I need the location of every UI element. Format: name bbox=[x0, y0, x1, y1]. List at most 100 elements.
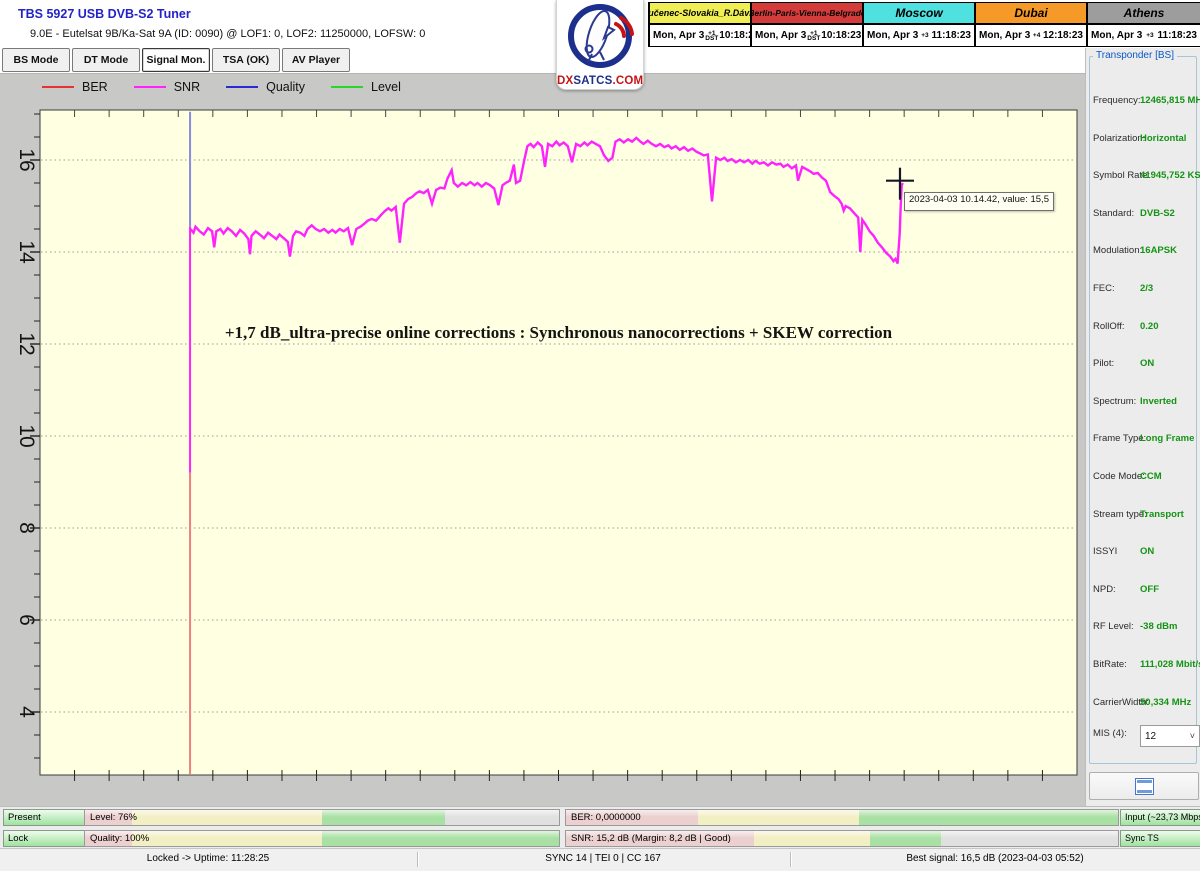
tbs-tuner-window: { "window": { "title": "TBS 5927 USB DVB… bbox=[0, 0, 1200, 870]
clock-tz: +1DST bbox=[807, 31, 820, 41]
clock-tz: +3 bbox=[921, 33, 928, 38]
clock-date: Mon, Apr 3 bbox=[755, 30, 806, 41]
field-label: Frame Type: bbox=[1093, 433, 1146, 444]
progress-bar: SNR: 15,2 dB (Margin: 8,2 dB | Good) bbox=[565, 830, 1119, 847]
field-value: -38 dBm bbox=[1140, 621, 1177, 632]
clock-time: Mon, Apr 3+412:18:23 bbox=[976, 25, 1086, 46]
field-value: Long Frame bbox=[1140, 433, 1194, 444]
clock-hms: 12:18:23 bbox=[1043, 30, 1083, 41]
clock-time: Mon, Apr 3 +3 11:18:23 bbox=[1088, 25, 1200, 46]
statusbar-divider bbox=[417, 852, 418, 867]
chevron-down-icon: ˅ bbox=[1190, 731, 1195, 741]
transponder-groupbox bbox=[1089, 56, 1197, 764]
clock-city: Athens bbox=[1088, 3, 1200, 25]
clock-tz: +4 bbox=[1033, 33, 1040, 38]
field-label: Pilot: bbox=[1093, 358, 1114, 369]
field-value: CCM bbox=[1140, 471, 1162, 482]
tab-av-player[interactable]: AV Player bbox=[282, 48, 350, 72]
field-value: ON bbox=[1140, 358, 1154, 369]
tab-bs-mode[interactable]: BS Mode bbox=[2, 48, 70, 72]
clock-time: Mon, Apr 3+3 11:18:23 bbox=[864, 25, 974, 46]
tab-signal-mon-[interactable]: Signal Mon. bbox=[142, 48, 210, 72]
field-value: 2/3 bbox=[1140, 283, 1153, 294]
progress-bar: BER: 0,0000000 bbox=[565, 809, 1119, 826]
field-value: 41945,752 KS/s bbox=[1140, 170, 1200, 181]
bar-label: BER: 0,0000000 bbox=[571, 810, 641, 825]
clock-city: Lučenec-Slovakia_R.Dávid bbox=[650, 3, 750, 25]
tuner-subtitle: 9.0E - Eutelsat 9B/Ka-Sat 9A (ID: 0090) … bbox=[30, 28, 425, 40]
tab-dt-mode[interactable]: DT Mode bbox=[72, 48, 140, 72]
field-value: Horizontal bbox=[1140, 133, 1186, 144]
statusbar-text: Locked -> Uptime: 11:28:25 bbox=[147, 853, 269, 864]
clock-time: Mon, Apr 3+1DST10:18:23 bbox=[752, 25, 862, 46]
clock-time: Mon, Apr 3+1DST10:18:23 bbox=[650, 25, 750, 46]
chart-annotation: +1,7 dB_ultra-precise online corrections… bbox=[40, 323, 1077, 343]
field-label: Stream type: bbox=[1093, 509, 1147, 520]
progress-bar: Quality: 100% bbox=[84, 830, 560, 847]
clock-hms: 10:18:23 bbox=[821, 30, 861, 41]
field-label: Modulation: bbox=[1093, 245, 1142, 256]
field-value: DVB-S2 bbox=[1140, 208, 1175, 219]
tz-dst: DST bbox=[705, 36, 718, 41]
field-value: 50,334 MHz bbox=[1140, 697, 1191, 708]
tab-tsa-ok-[interactable]: TSA (OK) bbox=[212, 48, 280, 72]
panel-list-button[interactable] bbox=[1089, 772, 1199, 800]
clock-date: Mon, Apr 3 bbox=[1091, 30, 1142, 41]
list-icon bbox=[1135, 778, 1154, 795]
clock-lu-enec-slovakia-r-d: Lučenec-Slovakia_R.DávidMon, Apr 3+1DST1… bbox=[649, 3, 752, 46]
clock-berlin-paris-vienna-: Berlin-Paris-Vienna-BelgradeMon, Apr 3+1… bbox=[752, 3, 864, 46]
badge-lock: Lock bbox=[3, 830, 86, 847]
clock-city: Moscow bbox=[864, 3, 974, 25]
bar-label: Quality: 100% bbox=[90, 831, 149, 846]
tz-dst: DST bbox=[807, 36, 820, 41]
badge-present: Present bbox=[3, 809, 86, 826]
statusbar-text: SYNC 14 | TEI 0 | CC 167 bbox=[545, 853, 661, 864]
field-label: BitRate: bbox=[1093, 659, 1127, 670]
mis-select[interactable]: 12 ˅ bbox=[1140, 725, 1200, 747]
bar-shine bbox=[85, 831, 559, 838]
field-label: Standard: bbox=[1093, 208, 1134, 219]
signal-monitor-chart[interactable]: 16141210864 bbox=[0, 73, 1085, 806]
mis-label: MIS (4): bbox=[1093, 728, 1127, 739]
clock-tz: +3 bbox=[1146, 33, 1153, 38]
field-label: RollOff: bbox=[1093, 321, 1125, 332]
clock-city: Dubai bbox=[976, 3, 1086, 25]
bar-label: SNR: 15,2 dB (Margin: 8,2 dB | Good) bbox=[571, 831, 731, 846]
transponder-title: Transponder [BS] bbox=[1093, 50, 1177, 61]
clock-date: Mon, Apr 3 bbox=[653, 30, 704, 41]
logo-wordmark: DXSATCS.COM bbox=[557, 75, 643, 87]
window-title: TBS 5927 USB DVB-S2 Tuner bbox=[18, 7, 191, 21]
field-value: 0.20 bbox=[1140, 321, 1159, 332]
dxsatcs-logo: DXSATCS.COM bbox=[556, 0, 644, 90]
field-label: FEC: bbox=[1093, 283, 1115, 294]
statusbar-text: Best signal: 16,5 dB (2023-04-03 05:52) bbox=[906, 853, 1083, 864]
badge-sync-ts: Sync TS bbox=[1120, 830, 1200, 847]
field-label: Spectrum: bbox=[1093, 396, 1136, 407]
bar-shine bbox=[85, 810, 559, 817]
clock-hms: 11:18:23 bbox=[932, 30, 971, 41]
statusbar-divider bbox=[790, 852, 791, 867]
field-value: Inverted bbox=[1140, 396, 1177, 407]
world-clocks: Lučenec-Slovakia_R.DávidMon, Apr 3+1DST1… bbox=[648, 2, 1200, 47]
clock-dubai: DubaiMon, Apr 3+412:18:23 bbox=[976, 3, 1088, 46]
clock-tz: +1DST bbox=[705, 31, 718, 41]
mis-value: 12 bbox=[1145, 731, 1156, 742]
field-label: ISSYI bbox=[1093, 546, 1117, 557]
clock-athens: Athens Mon, Apr 3 +3 11:18:23 bbox=[1088, 3, 1200, 46]
field-label: RF Level: bbox=[1093, 621, 1134, 632]
field-label: Code Mode: bbox=[1093, 471, 1145, 482]
clock-date: Mon, Apr 3 bbox=[867, 30, 918, 41]
field-value: ON bbox=[1140, 546, 1154, 557]
clock-city: Berlin-Paris-Vienna-Belgrade bbox=[752, 3, 862, 25]
chart-tooltip: 2023-04-03 10.14.42, value: 15,5 bbox=[904, 192, 1054, 211]
badge-input-23-73-mbps-: Input (~23,73 Mbps) bbox=[1120, 809, 1200, 826]
tz-offset: +3 bbox=[921, 33, 928, 38]
field-label: Polarization: bbox=[1093, 133, 1145, 144]
field-label: NPD: bbox=[1093, 584, 1116, 595]
bar-label: Level: 76% bbox=[90, 810, 137, 825]
clock-date: Mon, Apr 3 bbox=[979, 30, 1030, 41]
clock-hms: 11:18:23 bbox=[1158, 30, 1197, 41]
progress-bar: Level: 76% bbox=[84, 809, 560, 826]
tz-offset: +3 bbox=[1146, 33, 1153, 38]
tz-offset: +4 bbox=[1033, 33, 1040, 38]
